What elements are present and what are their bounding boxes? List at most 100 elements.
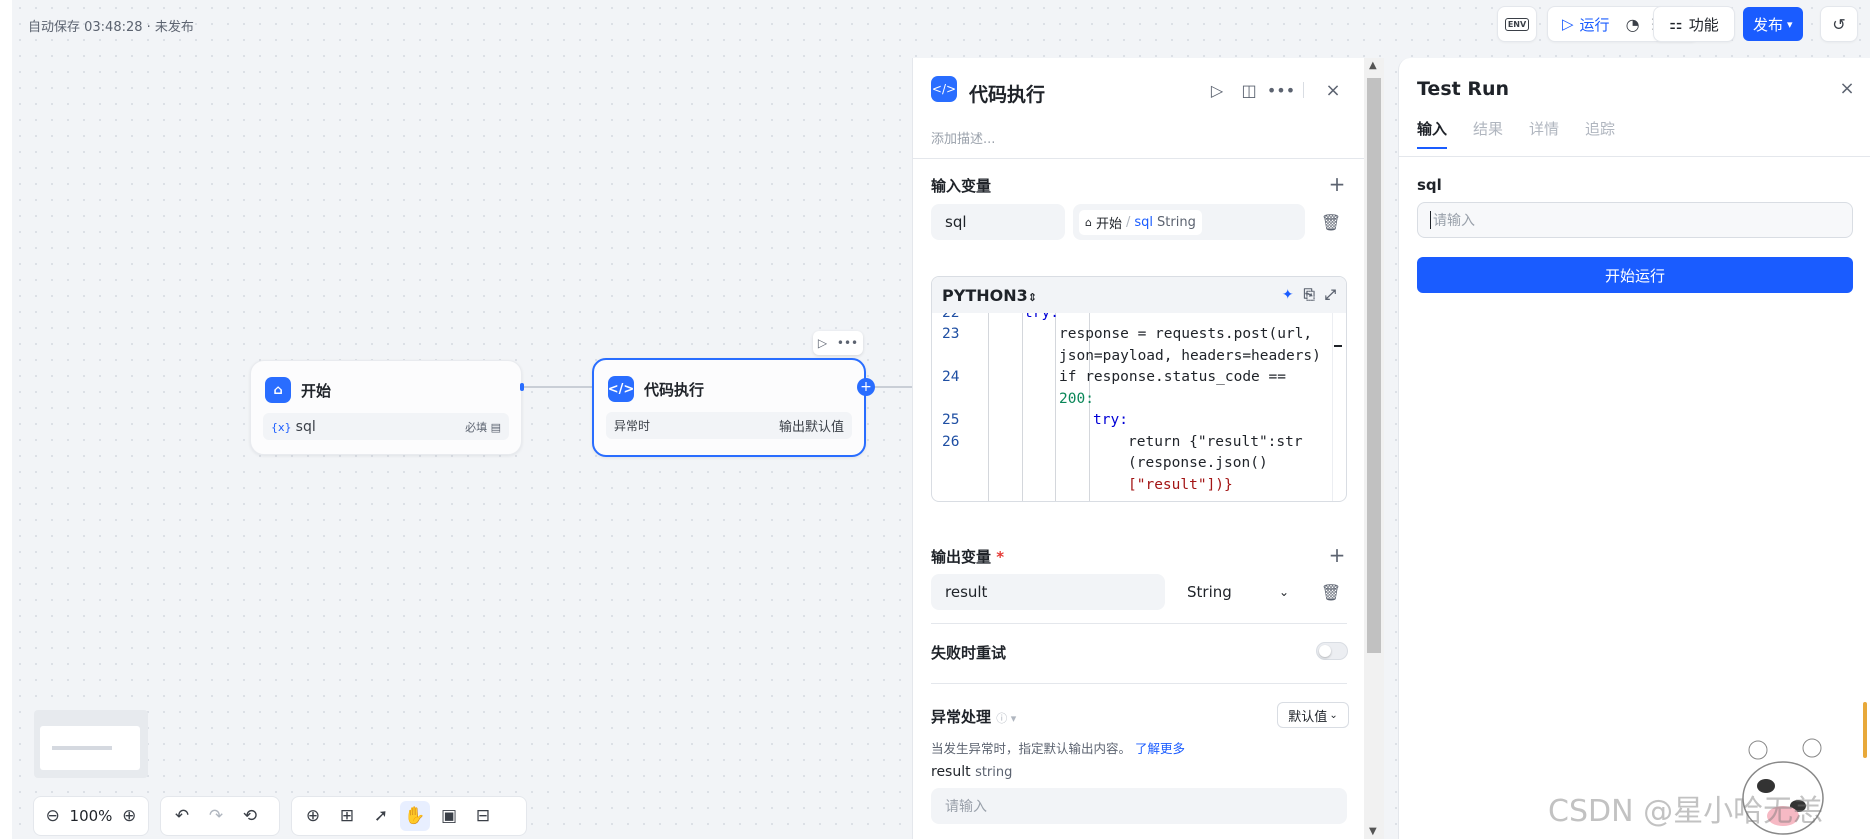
- tab-trace[interactable]: 追踪: [1585, 118, 1615, 149]
- error-value: 输出默认值: [778, 420, 844, 435]
- node-quick-actions: ▷ •••: [813, 331, 863, 355]
- add-node-icon[interactable]: ⊕: [298, 801, 328, 831]
- code-editor[interactable]: PYTHON3⇕ ✦ ⎘ ⤢ 22 try: 23 response = req…: [931, 276, 1347, 502]
- output-variables-label: 输出变量 *: [931, 548, 1005, 566]
- env-button[interactable]: ENV: [1504, 13, 1530, 35]
- scroll-down-icon[interactable]: ▼: [1369, 826, 1377, 837]
- ref-node-name: 开始: [1095, 216, 1122, 232]
- zoom-out-icon[interactable]: ⊖: [40, 801, 66, 831]
- start-run-button[interactable]: 开始运行: [1417, 257, 1853, 293]
- add-note-icon[interactable]: ⊞: [332, 801, 362, 831]
- close-icon[interactable]: ×: [1835, 76, 1859, 100]
- undo-icon[interactable]: ↶: [167, 801, 197, 831]
- ref-var-name: sql: [1134, 214, 1154, 230]
- code-icon: </>: [608, 376, 634, 402]
- output-var-name[interactable]: result: [931, 574, 1165, 610]
- learn-more-link[interactable]: 了解更多: [1135, 741, 1185, 756]
- zoom-level[interactable]: 100%: [70, 807, 113, 825]
- start-node-handle[interactable]: [520, 383, 524, 391]
- organize-icon[interactable]: ⊟: [468, 801, 498, 831]
- line-number: 23: [942, 326, 960, 342]
- node-more-icon[interactable]: •••: [837, 336, 858, 350]
- env-icon: ENV: [1504, 17, 1530, 31]
- code-line: (response.json(): [1128, 455, 1268, 471]
- history-group: ↶ ↷ ⟲: [160, 796, 280, 836]
- copy-icon[interactable]: ⎘: [1304, 287, 1315, 303]
- feature-button[interactable]: ⚏ 功能: [1661, 10, 1726, 38]
- run-label: 运行: [1579, 15, 1610, 34]
- run-history-button[interactable]: ◔: [1622, 13, 1644, 35]
- retry-toggle[interactable]: [1316, 642, 1348, 660]
- header-divider: [1303, 82, 1304, 98]
- error-description: 当发生异常时，指定默认输出内容。 了解更多: [931, 741, 1186, 756]
- apps-icon: ⚏: [1669, 15, 1683, 33]
- pointer-icon[interactable]: ➚: [366, 801, 396, 831]
- sql-input[interactable]: 请输入: [1417, 202, 1853, 238]
- code-node[interactable]: </> 代码执行 异常时 输出默认值: [592, 358, 866, 457]
- run-node-icon[interactable]: ▷: [1205, 78, 1229, 102]
- scrollbar-thumb[interactable]: [1367, 78, 1381, 653]
- tool-group: ⊕ ⊞ ➚ ✋ ▣ ⊟: [291, 796, 527, 836]
- code-line: response = requests.post(url,: [1059, 326, 1313, 342]
- error-label: 异常时: [614, 419, 651, 433]
- home-icon: ⌂: [265, 377, 291, 403]
- scroll-up-icon[interactable]: ▲: [1369, 60, 1377, 71]
- error-handling-label: 异常处理 ⓘ ▾: [931, 708, 1017, 726]
- code-content[interactable]: 22 try: 23 response = requests.post(url,…: [932, 313, 1346, 501]
- help-icon: ⓘ ▾: [996, 712, 1017, 725]
- minimap[interactable]: [34, 710, 148, 778]
- default-var-label: result string: [931, 764, 1013, 780]
- output-type-select[interactable]: String ⌄: [1173, 574, 1303, 610]
- close-icon[interactable]: ×: [1321, 78, 1345, 102]
- line-number: 24: [942, 369, 960, 385]
- text-input-icon: ▤: [490, 420, 501, 434]
- csdn-watermark: CSDN @星小哈无恙: [1548, 794, 1824, 829]
- description-placeholder[interactable]: 添加描述...: [931, 128, 995, 147]
- add-input-icon[interactable]: +: [1325, 172, 1349, 196]
- code-line: ["result"])}: [1128, 477, 1233, 493]
- delete-output-icon[interactable]: 🗑: [1319, 580, 1343, 604]
- redo-icon[interactable]: ↷: [201, 801, 231, 831]
- delete-input-icon[interactable]: 🗑: [1319, 210, 1343, 234]
- run-button[interactable]: ▷ 运行: [1554, 10, 1618, 38]
- code-execution-panel: </> 代码执行 ▷ ◫ ••• × 添加描述... 输入变量 + sql ⌂ …: [912, 58, 1365, 839]
- panel-title: 代码执行: [969, 84, 1046, 106]
- export-image-icon[interactable]: ▣: [434, 801, 464, 831]
- tab-input[interactable]: 输入: [1417, 118, 1448, 149]
- start-node[interactable]: ⌂ 开始 {x} sql 必填 ▤: [250, 360, 522, 455]
- add-output-icon[interactable]: +: [1325, 543, 1349, 567]
- input-var-reference[interactable]: ⌂ 开始 / sql String: [1073, 204, 1305, 240]
- language-selector[interactable]: PYTHON3⇕: [942, 286, 1037, 305]
- updown-icon: ⇕: [1027, 290, 1037, 304]
- tab-detail[interactable]: 详情: [1529, 118, 1559, 149]
- more-icon[interactable]: •••: [1267, 78, 1295, 102]
- test-run-title: Test Run: [1417, 78, 1510, 100]
- tab-result[interactable]: 结果: [1473, 118, 1503, 149]
- hand-icon[interactable]: ✋: [400, 801, 430, 831]
- add-next-node-icon[interactable]: +: [857, 378, 875, 396]
- start-node-variable: {x} sql 必填 ▤: [263, 413, 509, 440]
- code-line: try:: [1093, 412, 1128, 428]
- autosave-status: 自动保存 03:48:28 · 未发布: [28, 20, 194, 35]
- ai-sparkle-icon[interactable]: ✦: [1282, 287, 1294, 303]
- tabs-divider: [1399, 156, 1870, 157]
- publish-button[interactable]: 发布 ▾: [1743, 7, 1803, 41]
- error-mode-select[interactable]: 默认值 ⌄: [1277, 702, 1349, 728]
- input-var-name[interactable]: sql: [931, 204, 1065, 240]
- start-node-title: 开始: [301, 381, 332, 400]
- expand-icon[interactable]: ⤢: [1325, 287, 1336, 303]
- default-value-input[interactable]: 请输入: [931, 788, 1347, 824]
- section-divider: [913, 158, 1365, 159]
- play-icon: ▷: [1562, 15, 1574, 33]
- split-view-icon[interactable]: ◫: [1237, 78, 1261, 102]
- left-edge-strip: [0, 0, 12, 839]
- node-run-icon[interactable]: ▷: [818, 336, 827, 350]
- code-line: try:: [1024, 313, 1059, 321]
- history-icon[interactable]: ⟲: [235, 801, 265, 831]
- ref-separator: /: [1126, 214, 1131, 230]
- code-scrollbar[interactable]: [1332, 313, 1346, 501]
- version-history-button[interactable]: ↺: [1828, 13, 1850, 35]
- code-line: return {"result":str: [1128, 434, 1303, 450]
- test-run-tabs: 输入 结果 详情 追踪: [1417, 118, 1615, 149]
- zoom-in-icon[interactable]: ⊕: [116, 801, 142, 831]
